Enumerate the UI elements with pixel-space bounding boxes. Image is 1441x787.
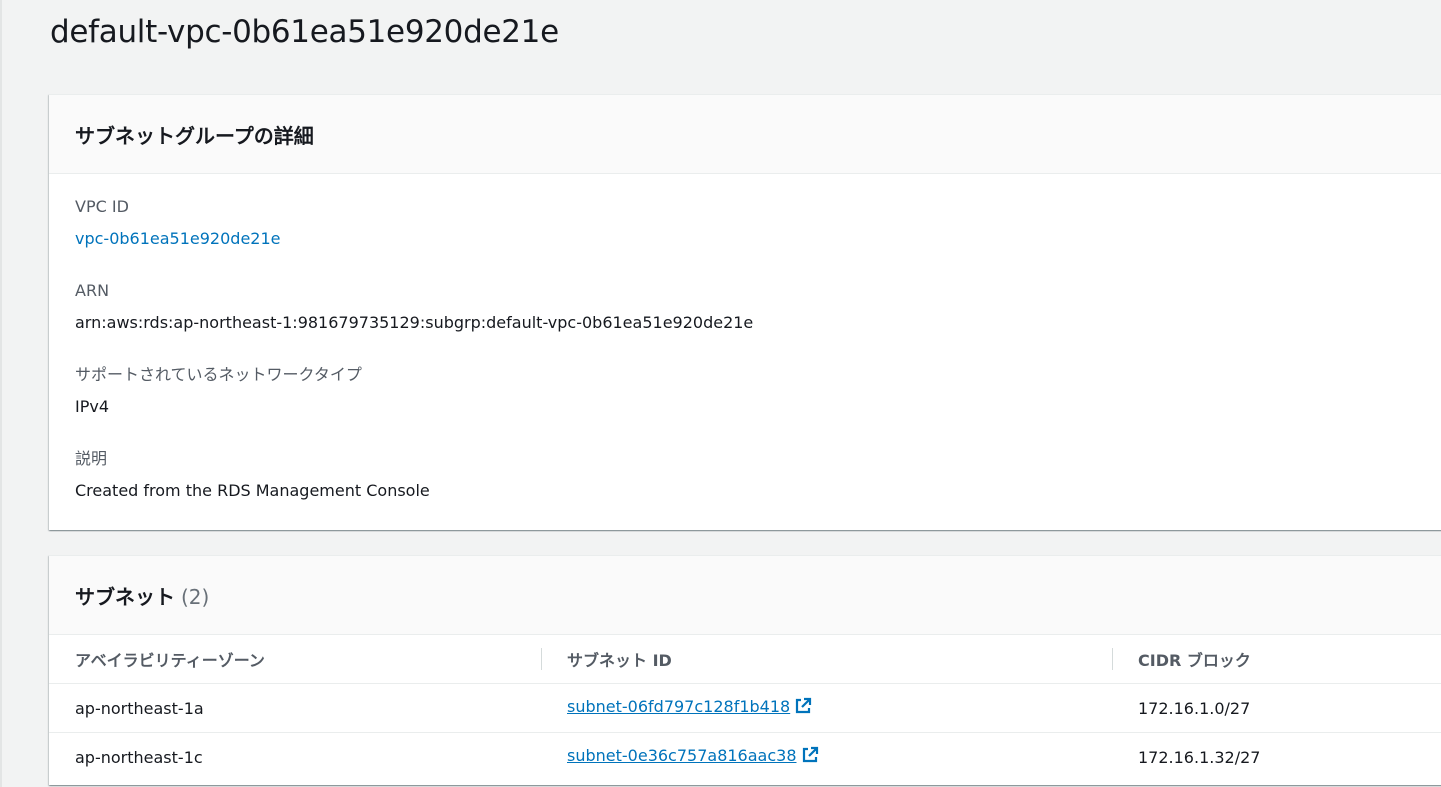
cidr-value: 172.16.1.0/27	[1138, 698, 1251, 718]
subnets-panel-header: サブネット (2)	[49, 556, 1441, 635]
field-arn: ARN arn:aws:rds:ap-northeast-1:981679735…	[75, 278, 1423, 362]
table-header-row: アベイラビリティーゾーン サブネット ID CIDR ブロック	[49, 635, 1441, 684]
az-value: ap-northeast-1a	[75, 698, 204, 718]
cell-cidr: 172.16.1.32/27	[1112, 733, 1441, 782]
description-value: Created from the RDS Management Console	[75, 481, 430, 500]
subnets-panel: サブネット (2) アベイラビリティーゾーン サブネット ID CIDR ブロック	[49, 555, 1441, 785]
cell-subnet-id: subnet-0e36c757a816aac38	[541, 733, 1112, 782]
column-header-label: アベイラビリティーゾーン	[75, 651, 265, 670]
network-type-value: IPv4	[75, 397, 110, 416]
left-edge-border	[0, 0, 2, 787]
field-vpc-id: VPC ID vpc-0b61ea51e920de21e	[75, 194, 1423, 278]
table-row: ap-northeast-1a subnet-06fd797c128f1b418…	[49, 683, 1441, 733]
details-panel-header: サブネットグループの詳細	[49, 95, 1441, 174]
external-link-icon[interactable]	[794, 697, 812, 719]
column-header-label: サブネット ID	[567, 651, 672, 670]
subnets-table: アベイラビリティーゾーン サブネット ID CIDR ブロック ap-north…	[49, 635, 1441, 781]
cidr-value: 172.16.1.32/27	[1138, 747, 1261, 767]
vpc-id-link[interactable]: vpc-0b61ea51e920de21e	[75, 226, 1423, 251]
subnets-panel-title: サブネット (2)	[75, 581, 209, 610]
column-header-cidr[interactable]: CIDR ブロック	[1112, 635, 1441, 684]
details-list: VPC ID vpc-0b61ea51e920de21e ARN arn:aws…	[49, 174, 1441, 530]
details-panel-title: サブネットグループの詳細	[75, 123, 314, 148]
table-row: ap-northeast-1c subnet-0e36c757a816aac38…	[49, 733, 1441, 782]
field-label: ARN	[75, 281, 110, 300]
column-header-subnet-id[interactable]: サブネット ID	[541, 635, 1112, 684]
column-divider	[541, 648, 542, 670]
arn-value: arn:aws:rds:ap-northeast-1:981679735129:…	[75, 313, 754, 332]
column-header-az[interactable]: アベイラビリティーゾーン	[49, 635, 541, 684]
field-network-type: サポートされているネットワークタイプ IPv4	[75, 362, 1423, 446]
field-description: 説明 Created from the RDS Management Conso…	[75, 446, 1423, 530]
cell-az: ap-northeast-1c	[49, 733, 541, 782]
subnet-id-link[interactable]: subnet-06fd797c128f1b418	[567, 697, 790, 716]
field-label: 説明	[75, 449, 108, 468]
az-value: ap-northeast-1c	[75, 747, 203, 767]
field-label: サポートされているネットワークタイプ	[75, 365, 362, 384]
external-link-icon[interactable]	[801, 746, 819, 768]
cell-cidr: 172.16.1.0/27	[1112, 683, 1441, 733]
subnet-id-link[interactable]: subnet-0e36c757a816aac38	[567, 746, 797, 765]
column-header-label: CIDR ブロック	[1138, 651, 1251, 670]
cell-subnet-id: subnet-06fd797c128f1b418	[541, 683, 1112, 733]
column-divider	[1112, 648, 1113, 670]
subnet-group-details-panel: サブネットグループの詳細 VPC ID vpc-0b61ea51e920de21…	[49, 94, 1441, 530]
subnets-title-text: サブネット	[75, 584, 175, 609]
subnets-count: (2)	[181, 584, 210, 609]
page-title: default-vpc-0b61ea51e920de21e	[50, 14, 559, 50]
field-label: VPC ID	[75, 197, 129, 216]
cell-az: ap-northeast-1a	[49, 683, 541, 733]
